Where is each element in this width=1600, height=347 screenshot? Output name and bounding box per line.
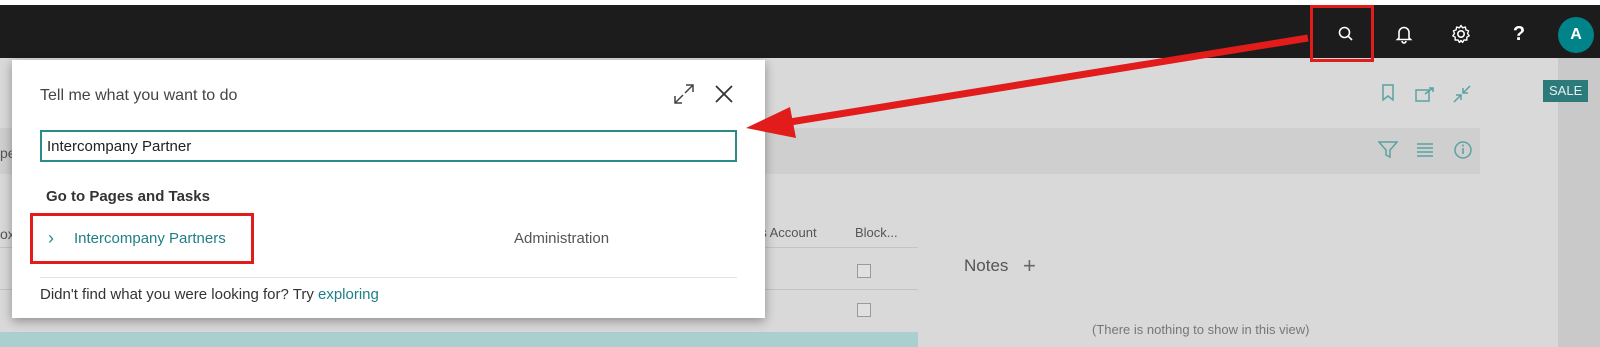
help-icon[interactable]: ? [1504,19,1534,49]
dialog-title: Tell me what you want to do [40,87,238,104]
share-icon[interactable] [1415,86,1435,107]
add-note-icon[interactable]: + [1023,253,1036,279]
empty-notes-message: (There is nothing to show in this view) [1092,322,1310,337]
selected-table-row[interactable] [0,332,918,347]
collapse-icon[interactable] [1452,84,1472,109]
user-avatar[interactable]: A [1558,17,1594,53]
sale-tag: SALE [1543,80,1589,102]
blocked-checkbox[interactable] [857,303,871,317]
bell-icon[interactable] [1389,19,1419,49]
avatar-initial: A [1570,26,1582,43]
exploring-link[interactable]: exploring [318,286,379,303]
info-icon[interactable] [1453,140,1473,165]
help-label: ? [1512,22,1526,45]
expand-icon[interactable] [672,82,696,106]
search-input[interactable] [40,130,737,162]
blocked-checkbox[interactable] [857,264,871,278]
search-icon-highlight [1310,5,1374,62]
close-icon[interactable] [712,82,736,106]
column-header-blocked[interactable]: Block... [855,225,898,240]
tell-me-dialog: Tell me what you want to do Go to Pages … [12,60,765,318]
notes-heading: Notes [964,256,1009,275]
section-heading: Go to Pages and Tasks [46,188,210,205]
filter-icon[interactable] [1377,141,1399,164]
gear-icon[interactable] [1446,19,1476,49]
footer-text: Didn't find what you were looking for? T… [40,286,318,303]
result-highlight [30,213,254,264]
bookmark-icon[interactable] [1381,84,1395,107]
search-result-category: Administration [514,230,610,247]
dialog-footer: Didn't find what you were looking for? T… [40,286,379,303]
list-view-icon[interactable] [1416,143,1434,162]
divider [40,277,737,278]
